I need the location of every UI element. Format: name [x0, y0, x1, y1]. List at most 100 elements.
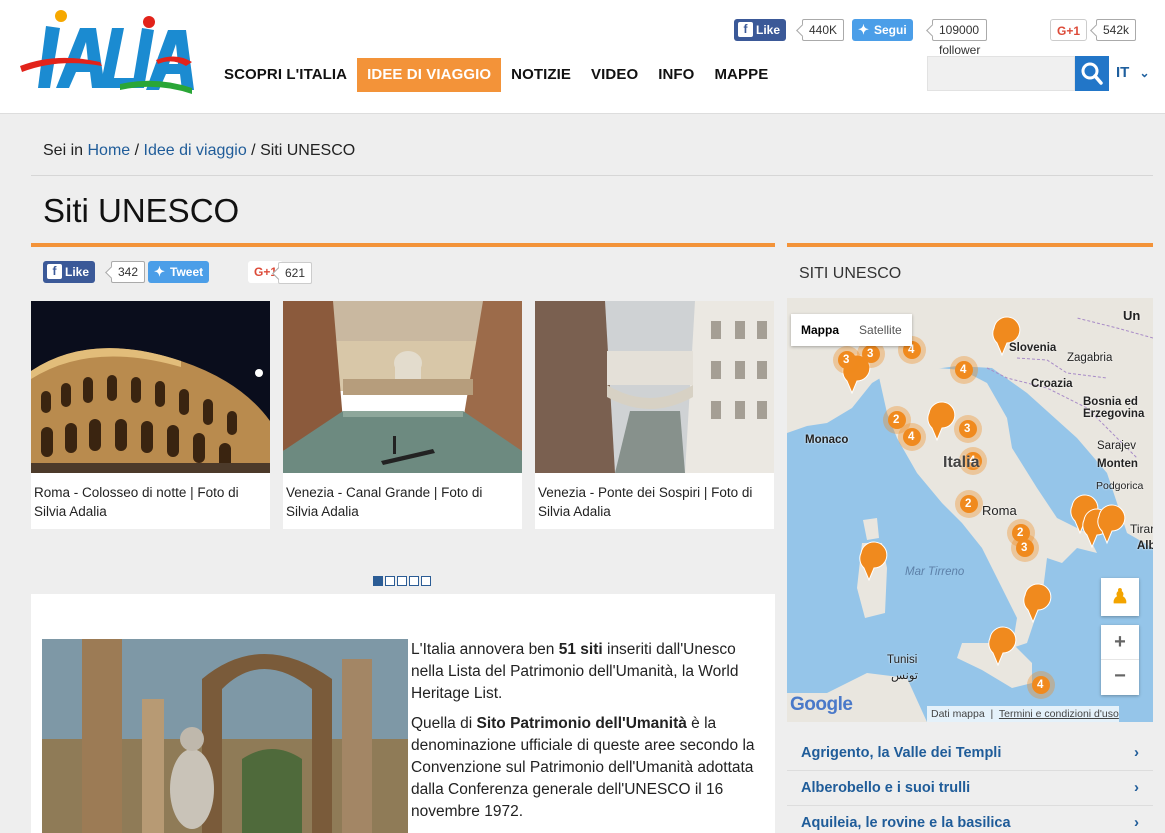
gallery-page-dot[interactable] — [409, 576, 419, 586]
facebook-like-count: 342 — [111, 261, 146, 283]
map-terms-link[interactable]: Termini e condizioni d'uso — [999, 708, 1119, 720]
map-label: Sarajev — [1097, 440, 1136, 452]
facebook-icon: f — [47, 264, 62, 279]
sidebar-title: SITI UNESCO — [799, 265, 902, 282]
map-label: Italia — [943, 454, 980, 471]
nav-info[interactable]: INFO — [648, 58, 704, 92]
nav-idee-di-viaggio[interactable]: IDEE DI VIAGGIO — [357, 58, 502, 92]
unesco-site-item[interactable]: Agrigento, la Valle dei Templi › — [787, 736, 1153, 771]
unesco-site-label: Aquileia, le rovine e la basilica — [801, 815, 1011, 831]
map-cluster-label[interactable]: 4 — [908, 431, 914, 443]
gallery-slide[interactable]: Venezia - Ponte dei Sospiri | Foto di Si… — [535, 301, 774, 529]
unesco-site-list: Agrigento, la Valle dei Templi › Alberob… — [787, 736, 1153, 833]
map-cluster-label[interactable]: 4 — [1037, 679, 1043, 691]
map-label: Monaco — [805, 434, 849, 446]
gallery-pagination — [373, 576, 431, 586]
map-label: Tunisi — [887, 654, 918, 666]
nav-mappe[interactable]: MAPPE — [704, 58, 778, 92]
gallery-page-dot[interactable] — [385, 576, 395, 586]
sidebar-rule — [787, 243, 1153, 247]
gallery-slide[interactable]: Venezia - Canal Grande | Foto di Silvia … — [283, 301, 522, 529]
map-cluster-label[interactable]: 2 — [1017, 527, 1023, 539]
gallery-caption: Venezia - Ponte dei Sospiri | Foto di Si… — [538, 485, 753, 519]
breadcrumb-separator: / — [134, 142, 140, 159]
twitter-follow-button[interactable]: ✦ Segui — [852, 19, 913, 41]
map-label: تونس — [891, 670, 919, 682]
map-label: Un — [1123, 308, 1141, 323]
zoom-in-button[interactable]: + — [1101, 625, 1139, 660]
map-label: Croazia — [1031, 378, 1073, 390]
unesco-site-label: Alberobello e i suoi trulli — [801, 780, 971, 796]
gallery-page-dot[interactable] — [373, 576, 383, 586]
map-label: Monten — [1097, 458, 1138, 470]
chevron-right-icon: › — [1134, 779, 1139, 796]
map-label: Alb — [1137, 540, 1153, 552]
map-data-link[interactable]: Dati mappa — [931, 708, 985, 720]
photo-gallery: Roma - Colosseo di notte | Foto di Silvi… — [31, 301, 775, 529]
search-icon — [1081, 62, 1103, 85]
gallery-caption: Roma - Colosseo di notte | Foto di Silvi… — [34, 485, 239, 519]
article-paragraph: L'Italia annovera ben 51 siti inseriti d… — [411, 641, 739, 702]
map-tab-satellite[interactable]: Satellite — [849, 314, 912, 346]
map-cluster-label[interactable]: 4 — [960, 364, 966, 376]
article-paragraph: Quella di Sito Patrimonio dell'Umanità è… — [411, 715, 755, 820]
map-cluster-label[interactable]: 3 — [1021, 542, 1027, 554]
map-footer: Dati mappa | Termini e condizioni d'uso — [927, 706, 1119, 722]
map-cluster-label[interactable]: 3 — [843, 354, 849, 366]
search-input[interactable] — [927, 56, 1075, 91]
map-label: Erzegovina — [1083, 408, 1145, 420]
divider — [31, 175, 1153, 176]
unesco-site-label: Agrigento, la Valle dei Templi — [801, 745, 1002, 761]
gallery-slide[interactable]: Roma - Colosseo di notte | Foto di Silvi… — [31, 301, 270, 529]
breadcrumb-home-link[interactable]: Home — [87, 142, 130, 159]
villa-adriana-photo — [42, 639, 408, 833]
ponte-dei-sospiri-photo — [535, 301, 774, 473]
search-button[interactable] — [1075, 56, 1109, 91]
map-cluster-label[interactable]: 3 — [867, 348, 873, 360]
tweet-button[interactable]: ✦ Tweet — [148, 261, 210, 283]
map-label: Roma — [982, 503, 1017, 518]
nav-notizie[interactable]: NOTIZIE — [501, 58, 581, 92]
twitter-icon: ✦ — [154, 264, 165, 279]
twitter-icon: ✦ — [858, 22, 869, 37]
map-label: Tirar — [1130, 522, 1153, 536]
google-logo[interactable]: Google — [790, 694, 853, 716]
facebook-like-button[interactable]: f Like — [43, 261, 96, 283]
gallery-page-dot[interactable] — [397, 576, 407, 586]
twitter-follow-label: Segui — [874, 23, 907, 37]
chevron-right-icon: › — [1134, 744, 1139, 761]
facebook-like-button[interactable]: f Like — [734, 19, 787, 41]
facebook-like-label: Like — [65, 265, 90, 279]
unesco-site-item[interactable]: Alberobello e i suoi trulli › — [787, 771, 1153, 806]
section-rule — [31, 243, 775, 247]
map-label: Podgorica — [1096, 480, 1144, 492]
main-nav: SCOPRI L'ITALIA IDEE DI VIAGGIO NOTIZIE … — [214, 58, 778, 92]
page-title: Siti UNESCO — [43, 192, 240, 229]
site-header: SCOPRI L'ITALIA IDEE DI VIAGGIO NOTIZIE … — [0, 0, 1165, 114]
map-cluster-label[interactable]: 3 — [964, 423, 970, 435]
breadcrumb-parent-link[interactable]: Idee di viaggio — [144, 142, 247, 159]
map-cluster-label[interactable]: 2 — [965, 498, 971, 510]
unesco-map[interactable]: 3 3 4 4 2 4 3 4 2 2 3 4 Un Slovenia Zaga… — [787, 298, 1153, 722]
italia-logo[interactable] — [16, 8, 196, 98]
gallery-caption: Venezia - Canal Grande | Foto di Silvia … — [286, 485, 483, 519]
map-label: Bosnia ed — [1083, 396, 1138, 408]
map-cluster-label[interactable]: 2 — [893, 414, 899, 426]
google-plus-button[interactable]: G+1 — [1050, 19, 1088, 41]
gallery-page-dot[interactable] — [421, 576, 431, 586]
canal-grande-photo — [283, 301, 522, 473]
facebook-like-count: 440K — [802, 19, 845, 41]
street-view-pegman-icon[interactable]: ♟ — [1101, 578, 1139, 616]
map-label: Slovenia — [1009, 342, 1057, 354]
language-selector[interactable]: IT ⌄ — [1116, 64, 1150, 81]
nav-scopri-italia[interactable]: SCOPRI L'ITALIA — [214, 58, 357, 92]
unesco-site-item[interactable]: Aquileia, le rovine e la basilica › — [787, 806, 1153, 833]
facebook-like-label: Like — [756, 23, 781, 37]
article-text: L'Italia annovera ben 51 siti inseriti d… — [411, 639, 766, 831]
map-tab-map[interactable]: Mappa — [791, 314, 849, 346]
map-label: Mar Tirreno — [905, 566, 965, 578]
zoom-out-button[interactable]: − — [1101, 660, 1139, 695]
facebook-icon: f — [738, 22, 753, 37]
nav-video[interactable]: VIDEO — [581, 58, 648, 92]
breadcrumb-current: Siti UNESCO — [260, 142, 356, 159]
